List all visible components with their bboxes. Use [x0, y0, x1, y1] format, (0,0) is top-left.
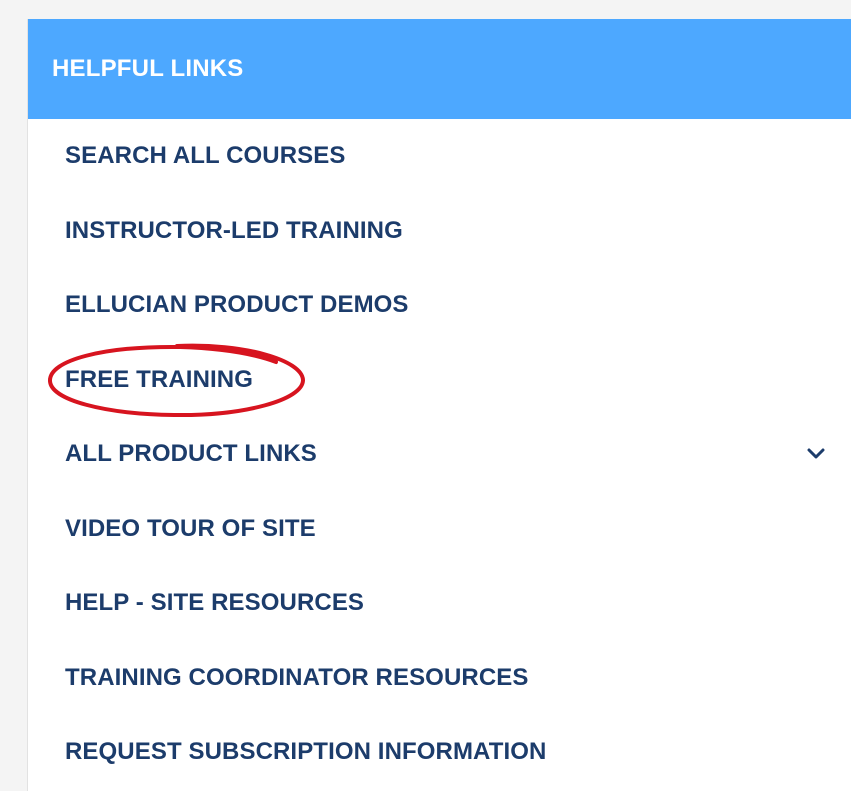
- panel-header: HELPFUL LINKS: [28, 19, 851, 119]
- link-label[interactable]: INSTRUCTOR-LED TRAINING: [65, 217, 403, 245]
- link-training-coordinator-resources[interactable]: TRAINING COORDINATOR RESOURCES: [28, 641, 851, 716]
- link-instructor-led-training[interactable]: INSTRUCTOR-LED TRAINING: [28, 194, 851, 269]
- link-all-product-links[interactable]: ALL PRODUCT LINKS: [28, 417, 851, 492]
- link-label[interactable]: REQUEST SUBSCRIPTION INFORMATION: [65, 738, 546, 766]
- link-search-all-courses[interactable]: SEARCH ALL COURSES: [28, 119, 851, 194]
- link-label[interactable]: ALL PRODUCT LINKS: [65, 440, 317, 468]
- link-label[interactable]: HELP - SITE RESOURCES: [65, 589, 364, 617]
- chevron-down-icon[interactable]: [807, 448, 825, 460]
- link-video-tour-of-site[interactable]: VIDEO TOUR OF SITE: [28, 492, 851, 567]
- links-list: SEARCH ALL COURSES INSTRUCTOR-LED TRAINI…: [28, 119, 851, 790]
- link-free-training[interactable]: FREE TRAINING: [28, 343, 851, 418]
- link-help-site-resources[interactable]: HELP - SITE RESOURCES: [28, 566, 851, 641]
- panel-title: HELPFUL LINKS: [52, 55, 244, 82]
- link-ellucian-product-demos[interactable]: ELLUCIAN PRODUCT DEMOS: [28, 268, 851, 343]
- link-label[interactable]: ELLUCIAN PRODUCT DEMOS: [65, 291, 409, 319]
- link-label[interactable]: TRAINING COORDINATOR RESOURCES: [65, 664, 528, 692]
- link-label[interactable]: SEARCH ALL COURSES: [65, 142, 346, 170]
- link-request-subscription-information[interactable]: REQUEST SUBSCRIPTION INFORMATION: [28, 715, 851, 790]
- link-label[interactable]: FREE TRAINING: [65, 366, 253, 394]
- link-label[interactable]: VIDEO TOUR OF SITE: [65, 515, 316, 543]
- helpful-links-panel: HELPFUL LINKS SEARCH ALL COURSES INSTRUC…: [27, 19, 851, 791]
